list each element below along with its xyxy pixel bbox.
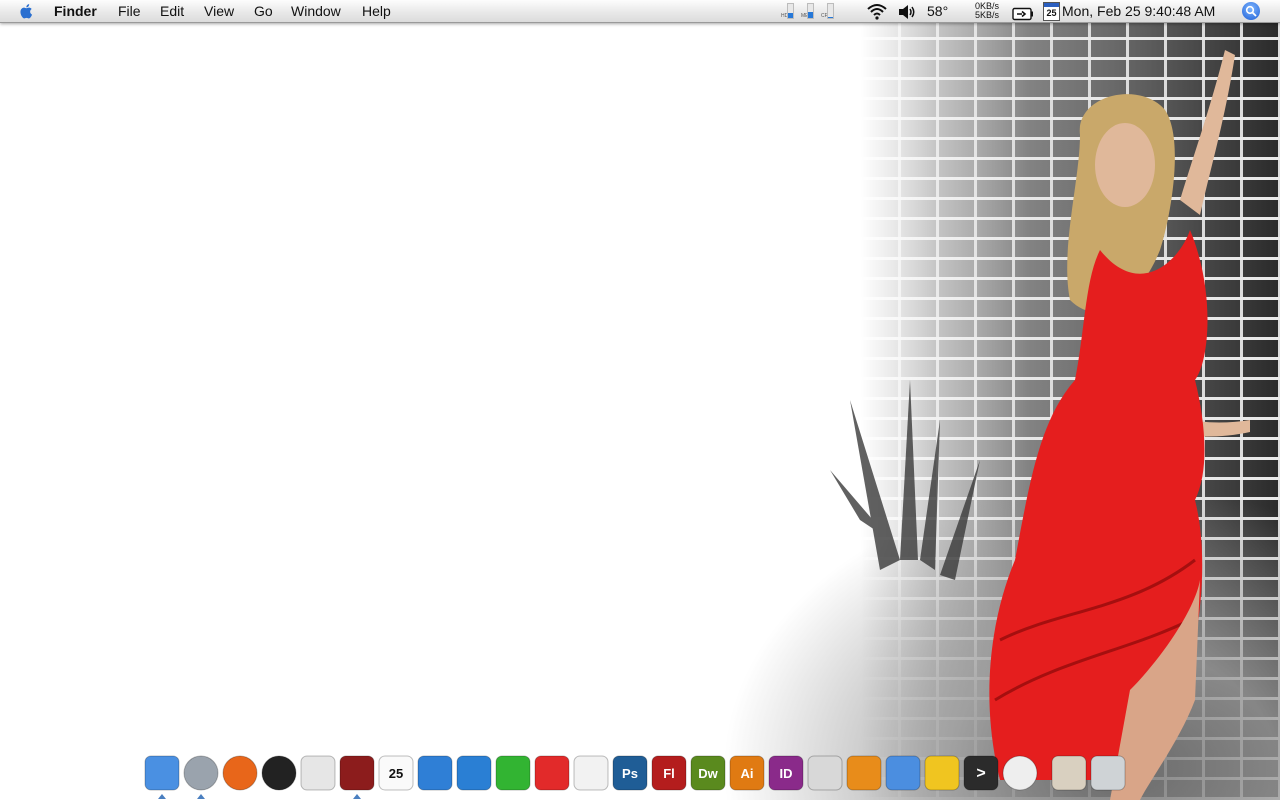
mem-meter: MEM — [801, 3, 814, 19]
dock-item-dvd-player[interactable] — [807, 755, 843, 791]
dock-item-disk[interactable] — [1002, 755, 1038, 791]
kodak-icon — [924, 755, 960, 791]
dock-item-illustrator[interactable]: Ai — [729, 755, 765, 791]
running-indicator — [197, 794, 205, 799]
remote-icon — [300, 755, 336, 791]
dock-item-terminal[interactable]: > — [963, 755, 999, 791]
photoshop-label: Ps — [622, 766, 638, 781]
firefox-icon — [222, 755, 258, 791]
spotlight-button[interactable] — [1242, 2, 1260, 20]
xcode-icon — [885, 755, 921, 791]
dock-item-trash[interactable] — [1090, 755, 1126, 791]
installer-icon — [846, 755, 882, 791]
menu-help[interactable]: Help — [362, 3, 391, 19]
desktop-wallpaper — [0, 0, 1280, 800]
safari-icon — [183, 755, 219, 791]
dock-item-flash[interactable]: Fl — [651, 755, 687, 791]
menu-clock[interactable]: Mon, Feb 25 9:40:48 AM — [1062, 3, 1215, 19]
aperture-icon — [339, 755, 375, 791]
dock-item-firefox[interactable] — [222, 755, 258, 791]
dock-item-w-app[interactable] — [456, 755, 492, 791]
calendar-icon[interactable]: 25 — [1043, 2, 1060, 21]
menu-window[interactable]: Window — [291, 3, 341, 19]
net-up-speed: 5KB/s — [975, 10, 1000, 20]
menu-bar: Finder File Edit View Go Window Help HD … — [0, 0, 1280, 23]
w-app-icon — [456, 755, 492, 791]
terminal-label: > — [976, 765, 985, 782]
network-speed[interactable]: 0KB/s 5KB/s — [975, 1, 999, 21]
indesign-label: ID — [780, 766, 793, 781]
dreamweaver-label: Dw — [698, 766, 718, 781]
dock-item-x-app[interactable] — [495, 755, 531, 791]
dock-item-photoshop[interactable]: Ps — [612, 755, 648, 791]
dock-item-remote[interactable] — [300, 755, 336, 791]
disk-icon — [1002, 755, 1038, 791]
battery-icon[interactable] — [1012, 4, 1034, 24]
volume-icon[interactable] — [897, 2, 917, 22]
wallpaper-plants — [830, 380, 980, 580]
dock-item-itunes-dvd[interactable] — [261, 755, 297, 791]
menu-file[interactable]: File — [118, 3, 141, 19]
x-app-icon — [495, 755, 531, 791]
hd-meter: HD — [781, 3, 794, 19]
wallpaper-figure — [830, 50, 1250, 800]
dock-item-globe[interactable] — [417, 755, 453, 791]
dock-item-downloads[interactable] — [1051, 755, 1087, 791]
dock-item-kodak[interactable] — [924, 755, 960, 791]
menu-go[interactable]: Go — [254, 3, 273, 19]
globe-icon — [417, 755, 453, 791]
ical-label: 25 — [389, 766, 403, 781]
menu-view[interactable]: View — [204, 3, 234, 19]
flash-label: Fl — [663, 766, 675, 781]
textedit-icon — [573, 755, 609, 791]
dock-item-p-app[interactable] — [534, 755, 570, 791]
dvd-player-icon — [807, 755, 843, 791]
trash-icon — [1090, 755, 1126, 791]
dock-item-finder[interactable] — [144, 755, 180, 799]
dock-item-safari[interactable] — [183, 755, 219, 799]
dock-item-aperture[interactable] — [339, 755, 375, 799]
dock-item-indesign[interactable]: ID — [768, 755, 804, 791]
calendar-day: 25 — [1046, 8, 1057, 18]
search-icon — [1245, 5, 1257, 17]
p-app-icon — [534, 755, 570, 791]
menu-finder[interactable]: Finder — [54, 3, 97, 19]
dock-item-installer[interactable] — [846, 755, 882, 791]
menu-edit[interactable]: Edit — [160, 3, 184, 19]
dock-item-textedit[interactable] — [573, 755, 609, 791]
cpu-meter: CPU — [821, 3, 834, 19]
downloads-icon — [1051, 755, 1087, 791]
finder-icon — [144, 755, 180, 791]
illustrator-label: Ai — [741, 766, 754, 781]
running-indicator — [158, 794, 166, 799]
system-meters[interactable]: HD MEM CPU — [781, 1, 835, 21]
wifi-icon[interactable] — [866, 2, 888, 22]
apple-icon[interactable] — [18, 2, 36, 20]
itunes-dvd-icon — [261, 755, 297, 791]
dock-item-ical[interactable]: 25 — [378, 755, 414, 791]
running-indicator — [353, 794, 361, 799]
dock: 25 Ps Fl Dw Ai ID > — [144, 755, 1126, 799]
temperature-readout[interactable]: 58° — [927, 3, 948, 19]
dock-item-xcode[interactable] — [885, 755, 921, 791]
dock-item-dreamweaver[interactable]: Dw — [690, 755, 726, 791]
